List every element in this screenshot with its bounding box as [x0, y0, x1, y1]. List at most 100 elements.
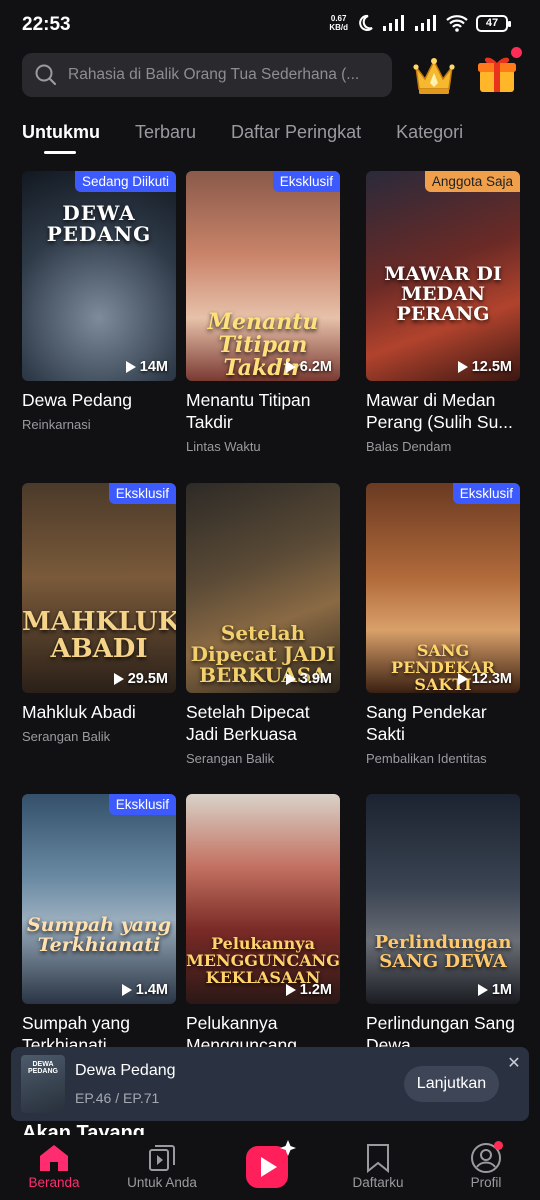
drama-card[interactable]: Sumpah yang Terkhianati Eksklusif 1.4M S…	[22, 794, 176, 1056]
status-time: 22:53	[22, 14, 71, 35]
drama-card[interactable]: Menantu Titipan Takdir Eksklusif 6.2M Me…	[186, 171, 340, 454]
gift-icon[interactable]	[475, 52, 519, 96]
drama-poster[interactable]: Perlindungan SANG DEWA 1M	[366, 794, 520, 1004]
play-icon	[457, 361, 468, 373]
status-badge: Eksklusif	[108, 794, 176, 815]
continue-button[interactable]: Lanjutkan	[404, 1066, 499, 1102]
network-speed: 0.67 KB/d	[329, 14, 348, 32]
poster-title: MAWAR DI MEDAN PERANG	[384, 263, 502, 325]
tab-kategori[interactable]: Kategori	[396, 122, 463, 152]
network-speed-unit: KB/d	[329, 23, 348, 32]
play-stack-icon	[149, 1145, 175, 1171]
search-icon	[35, 64, 57, 86]
bookmark-icon	[367, 1144, 389, 1173]
poster-title: Sumpah yang Terkhianati	[26, 914, 172, 956]
view-count-value: 12.3M	[471, 671, 512, 687]
poster-title: MAHKLUK ABADI	[22, 607, 176, 665]
drama-card[interactable]: Perlindungan SANG DEWA 1M Perlindungan S…	[366, 794, 520, 1056]
nav-label: Beranda	[28, 1175, 80, 1190]
search-bar[interactable]: Rahasia di Balik Orang Tua Sederhana (..…	[22, 53, 392, 97]
nav-untuk-anda[interactable]: Untuk Anda	[108, 1141, 216, 1190]
home-icon	[40, 1145, 68, 1171]
nav-label: Daftarku	[352, 1175, 404, 1190]
drama-card[interactable]: Setelah Dipecat JADI BERKUASA 3.9M Setel…	[186, 483, 340, 766]
view-count: 3.9M	[285, 671, 332, 687]
nav-label: Profil	[470, 1175, 502, 1190]
continue-title: Dewa Pedang	[75, 1062, 176, 1079]
category-tabs: Untukmu Terbaru Daftar Peringkat Kategor…	[22, 122, 498, 154]
drama-card[interactable]: MAWAR DI MEDAN PERANG Anggota Saja 12.5M…	[366, 171, 520, 454]
drama-title[interactable]: Mawar di Medan Perang (Sulih Su...	[366, 389, 520, 433]
search-input[interactable]: Rahasia di Balik Orang Tua Sederhana (..…	[68, 66, 368, 84]
view-count: 6.2M	[285, 359, 332, 375]
view-count-value: 1M	[491, 982, 512, 998]
drama-card[interactable]: MAHKLUK ABADI Eksklusif 29.5M Mahkluk Ab…	[22, 483, 176, 744]
drama-title[interactable]: Menantu Titipan Takdir	[186, 389, 340, 433]
tab-daftar-peringkat[interactable]: Daftar Peringkat	[231, 122, 361, 152]
view-count: 1.4M	[121, 982, 168, 998]
drama-card[interactable]: SANG PENDEKAR SAKTI Eksklusif 12.3M Sang…	[366, 483, 520, 766]
drama-genre: Balas Dendam	[366, 439, 452, 454]
drama-poster[interactable]: DEWA PEDANG Sedang Diikuti 14M	[22, 171, 176, 381]
view-count: 1.2M	[285, 982, 332, 998]
battery-indicator: 47	[476, 14, 511, 32]
drama-card[interactable]: Pelukannya MENGGUNCANG KEKLASAAN 1.2M Pe…	[186, 794, 340, 1056]
drama-genre: Pembalikan Identitas	[366, 751, 487, 766]
vip-crown-icon[interactable]	[412, 55, 456, 97]
poster-title: DEWA PEDANG	[46, 201, 152, 246]
drama-title[interactable]: Sang Pendekar Sakti	[366, 701, 520, 745]
nav-label: Untuk Anda	[127, 1175, 197, 1190]
close-icon[interactable]: ✕	[505, 1053, 523, 1073]
drama-title[interactable]: Mahkluk Abadi	[22, 701, 176, 723]
play-icon	[457, 673, 468, 685]
drama-card[interactable]: DEWA PEDANG Sedang Diikuti 14M Dewa Peda…	[22, 171, 176, 432]
status-icons: 0.67 KB/d 47	[329, 14, 511, 32]
view-count: 12.3M	[457, 671, 512, 687]
view-count-value: 3.9M	[299, 671, 332, 687]
play-icon	[285, 984, 296, 996]
wifi-icon	[446, 15, 468, 32]
drama-poster[interactable]: Menantu Titipan Takdir Eksklusif 6.2M	[186, 171, 340, 381]
tab-terbaru[interactable]: Terbaru	[135, 122, 196, 152]
nav-beranda[interactable]: Beranda	[0, 1141, 108, 1190]
play-icon	[121, 984, 132, 996]
view-count-value: 29.5M	[127, 671, 168, 687]
drama-title[interactable]: Setelah Dipecat Jadi Berkuasa	[186, 701, 340, 745]
drama-poster[interactable]: MAHKLUK ABADI Eksklusif 29.5M	[22, 483, 176, 693]
play-icon	[285, 673, 296, 685]
tab-untukmu[interactable]: Untukmu	[22, 122, 100, 154]
status-badge: Eksklusif	[108, 483, 176, 504]
drama-poster[interactable]: Pelukannya MENGGUNCANG KEKLASAAN 1.2M	[186, 794, 340, 1004]
continue-watching-bar[interactable]: DEWA PEDANG Dewa Pedang EP.46 / EP.71 La…	[11, 1047, 529, 1121]
continue-thumbnail-text: DEWA PEDANG	[28, 1061, 58, 1075]
status-badge: Eksklusif	[452, 483, 520, 504]
shorts-play-icon[interactable]	[244, 1138, 298, 1192]
view-count-value: 1.2M	[299, 982, 332, 998]
status-badge: Sedang Diikuti	[74, 171, 176, 192]
poster-title: Pelukannya MENGGUNCANG KEKLASAAN	[186, 934, 340, 987]
drama-poster[interactable]: SANG PENDEKAR SAKTI Eksklusif 12.3M	[366, 483, 520, 693]
drama-title[interactable]: Dewa Pedang	[22, 389, 176, 411]
play-icon	[125, 361, 136, 373]
profile-notification-dot	[494, 1141, 503, 1150]
drama-poster[interactable]: MAWAR DI MEDAN PERANG Anggota Saja 12.5M	[366, 171, 520, 381]
status-bar: 22:53 0.67 KB/d 47	[0, 0, 540, 48]
drama-genre: Serangan Balik	[22, 729, 111, 744]
status-badge: Eksklusif	[272, 171, 340, 192]
continue-thumbnail[interactable]: DEWA PEDANG	[21, 1055, 65, 1113]
play-icon	[113, 673, 124, 685]
nav-daftarku[interactable]: Daftarku	[324, 1141, 432, 1190]
drama-genre: Lintas Waktu	[186, 439, 261, 454]
view-count: 1M	[477, 982, 512, 998]
view-count-value: 14M	[139, 359, 168, 375]
continue-episode: EP.46 / EP.71	[75, 1090, 160, 1106]
signal-icon-2	[415, 15, 436, 31]
poster-title: Perlindungan SANG DEWA	[374, 932, 512, 972]
play-icon	[477, 984, 488, 996]
view-count-value: 6.2M	[299, 359, 332, 375]
view-count: 14M	[125, 359, 168, 375]
drama-poster[interactable]: Setelah Dipecat JADI BERKUASA 3.9M	[186, 483, 340, 693]
network-speed-value: 0.67	[330, 14, 347, 23]
drama-poster[interactable]: Sumpah yang Terkhianati Eksklusif 1.4M	[22, 794, 176, 1004]
nav-profil[interactable]: Profil	[432, 1141, 540, 1190]
